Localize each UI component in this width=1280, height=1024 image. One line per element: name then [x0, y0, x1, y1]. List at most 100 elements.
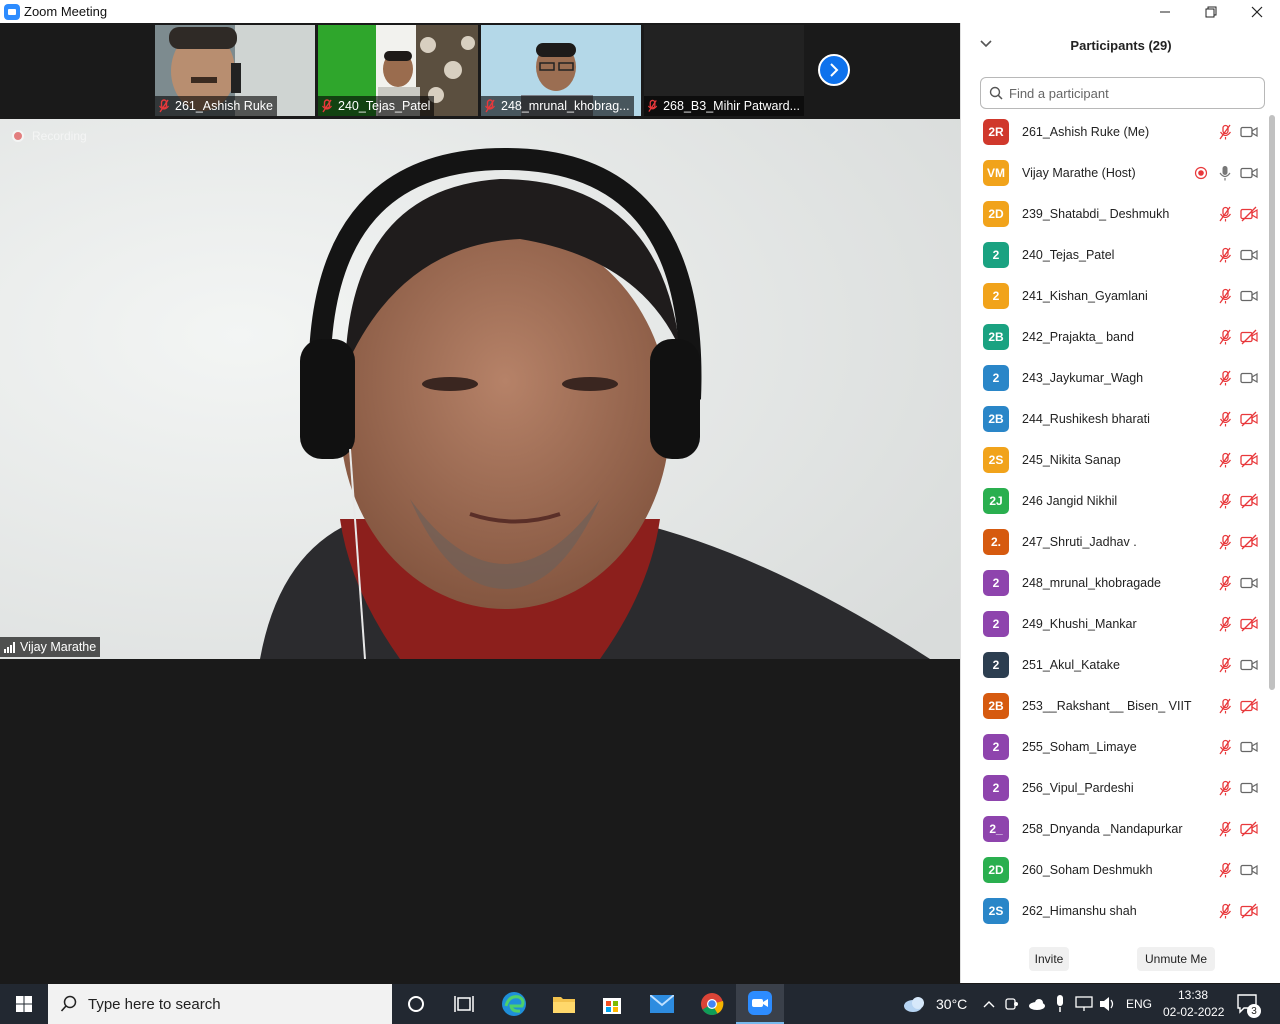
volume-icon[interactable]	[1099, 996, 1117, 1012]
meet-now-icon[interactable]	[1005, 996, 1019, 1012]
clock-time[interactable]: 13:38	[1178, 988, 1208, 1002]
mic-muted-icon	[1217, 698, 1233, 714]
onedrive-icon[interactable]	[1028, 998, 1046, 1010]
network-icon[interactable]	[1075, 996, 1093, 1012]
signal-strength-icon	[4, 641, 15, 653]
recording-label: Recording	[32, 129, 87, 143]
weather-cloud-icon[interactable]	[903, 995, 929, 1013]
participant-row[interactable]: 2J 246 Jangid Nikhil	[961, 480, 1269, 521]
participant-name: 248_mrunal_khobragade	[1022, 575, 1161, 590]
edge-app[interactable]	[490, 984, 538, 1024]
close-button[interactable]	[1234, 0, 1280, 23]
store-app[interactable]	[588, 984, 636, 1024]
mic-on-icon	[1217, 165, 1233, 181]
search-icon	[60, 995, 77, 1012]
participant-name: 261_Ashish Ruke (Me)	[1022, 124, 1150, 139]
video-thumbnail[interactable]: 248_mrunal_khobrag...	[481, 25, 641, 116]
camera-off-icon	[1240, 821, 1258, 837]
microphone-icon[interactable]	[1054, 995, 1066, 1013]
participant-row[interactable]: 2S 262_Himanshu shah	[961, 890, 1269, 931]
restore-icon	[1205, 6, 1217, 17]
recording-icon	[1194, 166, 1208, 180]
participant-avatar: 2	[983, 364, 1009, 391]
minimize-button[interactable]	[1142, 0, 1188, 23]
mic-muted-icon	[1217, 739, 1233, 755]
participant-row[interactable]: 2 248_mrunal_khobragade	[961, 562, 1269, 603]
mic-muted-icon	[1217, 452, 1233, 468]
participant-row[interactable]: 2 251_Akul_Katake	[961, 644, 1269, 685]
participant-row[interactable]: 2 256_Vipul_Pardeshi	[961, 767, 1269, 808]
file-explorer-app[interactable]	[540, 984, 588, 1024]
mic-muted-icon	[1217, 124, 1233, 140]
cortana-button[interactable]	[392, 984, 440, 1024]
video-area: 261_Ashish Ruke 240_Tejas_Patel 248_mrun…	[0, 23, 960, 983]
zoom-app[interactable]	[736, 984, 784, 1024]
camera-off-icon	[1240, 329, 1258, 345]
task-view-button[interactable]	[440, 984, 488, 1024]
participant-avatar: 2R	[983, 118, 1009, 145]
search-input[interactable]	[1009, 85, 1249, 101]
camera-off-icon	[1240, 534, 1258, 550]
mic-muted-icon	[1217, 411, 1233, 427]
participant-row[interactable]: 2B 253__Rakshant__ Bisen_ VIIT	[961, 685, 1269, 726]
thumbnail-name-text: 268_B3_Mihir Patward...	[663, 99, 800, 113]
camera-on-icon	[1240, 862, 1258, 878]
chevron-down-icon[interactable]	[979, 37, 993, 51]
participant-avatar: 2	[983, 241, 1009, 268]
participant-row[interactable]: 2 249_Khushi_Mankar	[961, 603, 1269, 644]
mic-muted-icon	[1217, 370, 1233, 386]
participant-name: 262_Himanshu shah	[1022, 903, 1137, 918]
scrollbar[interactable]	[1269, 115, 1275, 690]
edge-icon	[502, 992, 526, 1016]
participant-avatar: 2	[983, 569, 1009, 596]
thumbnail-name: 240_Tejas_Patel	[318, 96, 435, 116]
unmute-me-button[interactable]: Unmute Me	[1137, 947, 1215, 971]
taskbar-search-box[interactable]: Type here to search	[48, 984, 392, 1024]
invite-button[interactable]: Invite	[1029, 947, 1069, 971]
participant-row[interactable]: 2D 239_Shatabdi_ Deshmukh	[961, 193, 1269, 234]
participant-name: 256_Vipul_Pardeshi	[1022, 780, 1134, 795]
participant-row[interactable]: 2B 244_Rushikesh bharati	[961, 398, 1269, 439]
restore-button[interactable]	[1188, 0, 1234, 23]
input-language[interactable]: ENG	[1126, 997, 1152, 1011]
participant-search[interactable]	[980, 77, 1265, 109]
participant-row[interactable]: 2 255_Soham_Limaye	[961, 726, 1269, 767]
video-thumbnail[interactable]: 268_B3_Mihir Patward...	[644, 25, 804, 116]
mic-muted-icon	[1217, 903, 1233, 919]
participant-avatar: 2	[983, 651, 1009, 678]
participant-row[interactable]: 2. 247_Shruti_Jadhav .	[961, 521, 1269, 562]
participant-row[interactable]: 2 240_Tejas_Patel	[961, 234, 1269, 275]
participants-panel: Participants (29) 2R 261_Ashish Ruke (Me)…	[960, 23, 1280, 983]
participant-avatar: 2D	[983, 856, 1009, 883]
mic-muted-icon	[1217, 329, 1233, 345]
clock-date[interactable]: 02-02-2022	[1163, 1005, 1224, 1019]
start-button[interactable]	[0, 984, 48, 1024]
participant-row[interactable]: VM Vijay Marathe (Host)	[961, 152, 1269, 193]
participant-row[interactable]: 2B 242_Prajakta_ band	[961, 316, 1269, 357]
mic-muted-icon	[485, 99, 495, 113]
mic-muted-icon	[1217, 821, 1233, 837]
camera-on-icon	[1240, 370, 1258, 386]
participant-row[interactable]: 2D 260_Soham Deshmukh	[961, 849, 1269, 890]
participant-row[interactable]: 2 243_Jaykumar_Wagh	[961, 357, 1269, 398]
minimize-icon	[1160, 11, 1170, 12]
participant-avatar: 2D	[983, 200, 1009, 227]
chevron-up-icon[interactable]	[983, 1000, 995, 1008]
participant-avatar: 2.	[983, 528, 1009, 555]
video-thumbnail[interactable]: 261_Ashish Ruke	[155, 25, 315, 116]
participant-name: 249_Khushi_Mankar	[1022, 616, 1137, 631]
participant-row[interactable]: 2S 245_Nikita Sanap	[961, 439, 1269, 480]
weather-temperature[interactable]: 30°C	[936, 996, 967, 1012]
next-page-button[interactable]	[818, 54, 850, 86]
participant-avatar: 2	[983, 610, 1009, 637]
participant-row[interactable]: 2 241_Kishan_Gyamlani	[961, 275, 1269, 316]
mic-muted-icon	[1217, 288, 1233, 304]
participant-avatar: 2S	[983, 446, 1009, 473]
video-thumbnail[interactable]: 240_Tejas_Patel	[318, 25, 478, 116]
participant-row[interactable]: 2_ 258_Dnyanda _Nandapurkar	[961, 808, 1269, 849]
participant-avatar: 2B	[983, 405, 1009, 432]
participant-row[interactable]: 2R 261_Ashish Ruke (Me)	[961, 111, 1269, 152]
mail-app[interactable]	[638, 984, 686, 1024]
chrome-app[interactable]	[688, 984, 736, 1024]
participant-name: 243_Jaykumar_Wagh	[1022, 370, 1144, 385]
